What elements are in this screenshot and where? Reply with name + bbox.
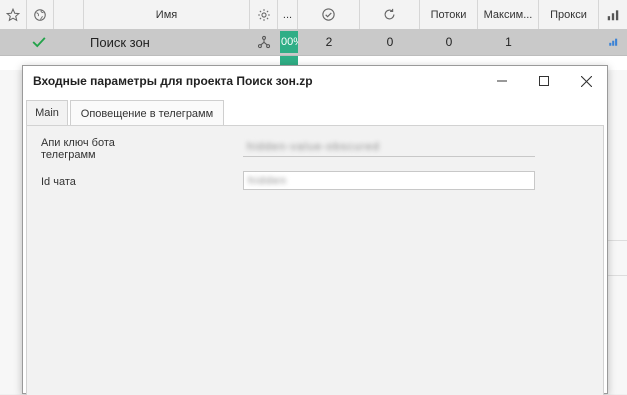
table-row[interactable]: Поиск зон 2 0 0 1 xyxy=(0,29,627,56)
column-globe[interactable] xyxy=(27,0,54,29)
column-success[interactable] xyxy=(298,0,360,29)
api-key-field[interactable]: hidden-value-obscured xyxy=(243,138,535,157)
api-key-value: hidden-value-obscured xyxy=(247,141,380,153)
column-retries[interactable] xyxy=(360,0,420,29)
success-count: 2 xyxy=(325,35,333,49)
branch-cell xyxy=(250,29,278,55)
chat-id-label: Id чата xyxy=(41,176,76,188)
bar-chart-icon xyxy=(609,38,618,46)
branch-icon xyxy=(257,35,271,49)
minimize-icon xyxy=(497,80,507,82)
gear-icon xyxy=(257,8,270,21)
dialog-title: Входные параметры для проекта Поиск зон.… xyxy=(33,74,313,88)
column-max[interactable]: Максим... xyxy=(478,0,539,29)
status-cell xyxy=(27,29,51,55)
chat-id-field[interactable]: hidden xyxy=(243,171,535,190)
left-pane xyxy=(0,70,23,394)
column-name[interactable]: Имя xyxy=(84,0,250,29)
globe-icon xyxy=(34,8,46,21)
column-settings[interactable] xyxy=(250,0,278,29)
column-progress[interactable]: ... xyxy=(278,0,298,29)
refresh-icon xyxy=(384,8,395,20)
threads-count: 0 xyxy=(445,35,453,49)
table-header: Имя ... Потоки Максим... Прокси xyxy=(0,0,627,30)
column-stats[interactable] xyxy=(599,0,627,29)
dialog-titlebar[interactable]: Входные параметры для проекта Поиск зон.… xyxy=(23,66,607,96)
column-blank[interactable] xyxy=(54,0,84,29)
tab-telegram[interactable]: Оповещение в телеграмм xyxy=(70,100,224,126)
row-stats xyxy=(599,29,627,55)
project-name: Поиск зон xyxy=(90,34,150,50)
maximize-button[interactable] xyxy=(523,66,565,96)
chat-id-value: hidden xyxy=(248,174,288,187)
minimize-button[interactable] xyxy=(481,66,523,96)
close-icon xyxy=(580,75,592,87)
column-threads[interactable]: Потоки xyxy=(420,0,478,29)
column-proxy[interactable]: Прокси xyxy=(539,0,599,29)
max-count: 1 xyxy=(505,35,512,49)
input-params-dialog: Входные параметры для проекта Поиск зон.… xyxy=(22,65,608,395)
bar-chart-icon xyxy=(607,9,619,20)
check-icon xyxy=(32,37,46,48)
tab-panel: Апи ключ бота телеграмм hidden-value-obs… xyxy=(26,125,604,395)
api-key-label: Апи ключ бота телеграмм xyxy=(41,137,115,161)
retries-count: 0 xyxy=(386,35,394,49)
progress-percent: 00% xyxy=(280,31,298,53)
tab-main[interactable]: Main xyxy=(26,100,68,125)
close-button[interactable] xyxy=(565,66,607,96)
check-circle-icon xyxy=(322,8,335,21)
star-icon xyxy=(6,7,20,21)
column-favorite[interactable] xyxy=(0,0,27,29)
right-pane xyxy=(608,70,627,394)
maximize-icon xyxy=(539,76,549,86)
